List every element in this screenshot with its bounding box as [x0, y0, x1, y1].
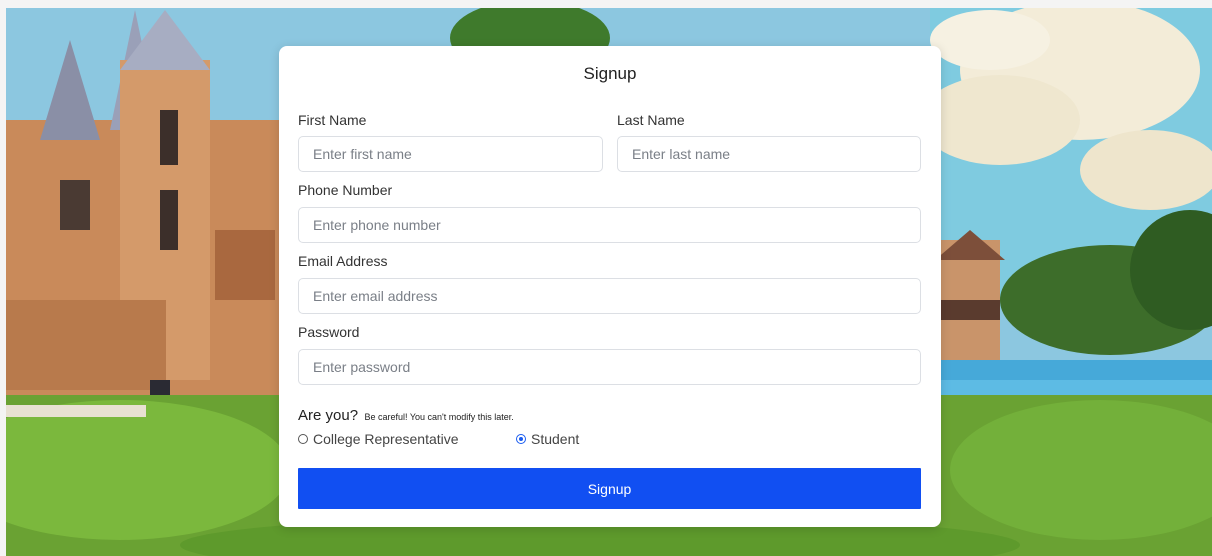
- radio-selected-icon[interactable]: [516, 434, 526, 444]
- signup-button[interactable]: Signup: [298, 468, 921, 509]
- role-warning-note: Be careful! You can't modify this later.: [364, 412, 514, 422]
- first-name-label: First Name: [298, 112, 367, 128]
- signup-title: Signup: [583, 64, 637, 83]
- radio-student[interactable]: Student: [516, 431, 579, 447]
- radio-student-label[interactable]: Student: [531, 431, 579, 447]
- role-question-text: Are you?: [298, 407, 359, 424]
- password-label: Password: [298, 324, 360, 340]
- window-top-border: [0, 0, 1212, 8]
- last-name-label: Last Name: [617, 112, 685, 128]
- role-question: Are you? Be careful! You can't modify th…: [298, 407, 514, 425]
- email-address-label: Email Address: [298, 253, 388, 269]
- signup-card: Signup First Name Last Name Phone Number…: [279, 46, 941, 527]
- radio-college-representative[interactable]: College Representative: [298, 431, 459, 447]
- email-address-input[interactable]: [298, 278, 921, 314]
- radio-college-representative-label[interactable]: College Representative: [313, 431, 459, 447]
- phone-number-label: Phone Number: [298, 182, 393, 198]
- password-input[interactable]: [298, 349, 921, 385]
- phone-number-input[interactable]: [298, 207, 921, 243]
- first-name-input[interactable]: [298, 136, 603, 172]
- radio-unselected-icon[interactable]: [298, 434, 308, 444]
- window-left-border: [0, 0, 6, 556]
- last-name-input[interactable]: [617, 136, 921, 172]
